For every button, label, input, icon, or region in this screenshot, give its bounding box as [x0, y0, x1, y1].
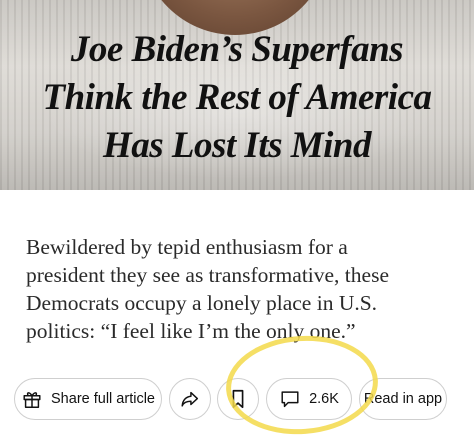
read-in-app-label: Read in app	[363, 391, 443, 407]
headline-line-3: Has Lost Its Mind	[102, 125, 372, 166]
summary-line-4: politics: “I feel like I’m the only one.…	[26, 319, 356, 343]
summary-line-2: president they see as transformative, th…	[26, 263, 389, 287]
headline-line-2: Think the Rest of America	[42, 77, 432, 118]
hero-image: Joe Biden’s Superfans Think the Rest of …	[0, 0, 474, 190]
comments-count: 2.6K	[309, 391, 339, 407]
share-button-label: Share full article	[51, 391, 155, 407]
comments-button[interactable]: 2.6K	[266, 378, 352, 420]
article-summary: Bewildered by tepid enthusiasm for a pre…	[26, 233, 466, 345]
share-full-article-button[interactable]: Share full article	[14, 378, 162, 420]
headline: Joe Biden’s Superfans Think the Rest of …	[0, 26, 474, 170]
share-forward-button[interactable]	[169, 378, 211, 420]
headline-line-1: Joe Biden’s Superfans	[70, 29, 404, 70]
bookmark-icon	[228, 388, 248, 410]
save-bookmark-button[interactable]	[217, 378, 259, 420]
comment-icon	[279, 388, 301, 410]
forward-arrow-icon	[179, 388, 201, 410]
gift-icon	[21, 388, 43, 410]
summary-line-1: Bewildered by tepid enthusiasm for a	[26, 235, 348, 259]
summary-line-3: Democrats occupy a lonely place in U.S.	[26, 291, 378, 315]
article-actions-bar: Share full article 2.6K Read in app	[0, 378, 474, 422]
read-in-app-button[interactable]: Read in app	[359, 378, 447, 420]
